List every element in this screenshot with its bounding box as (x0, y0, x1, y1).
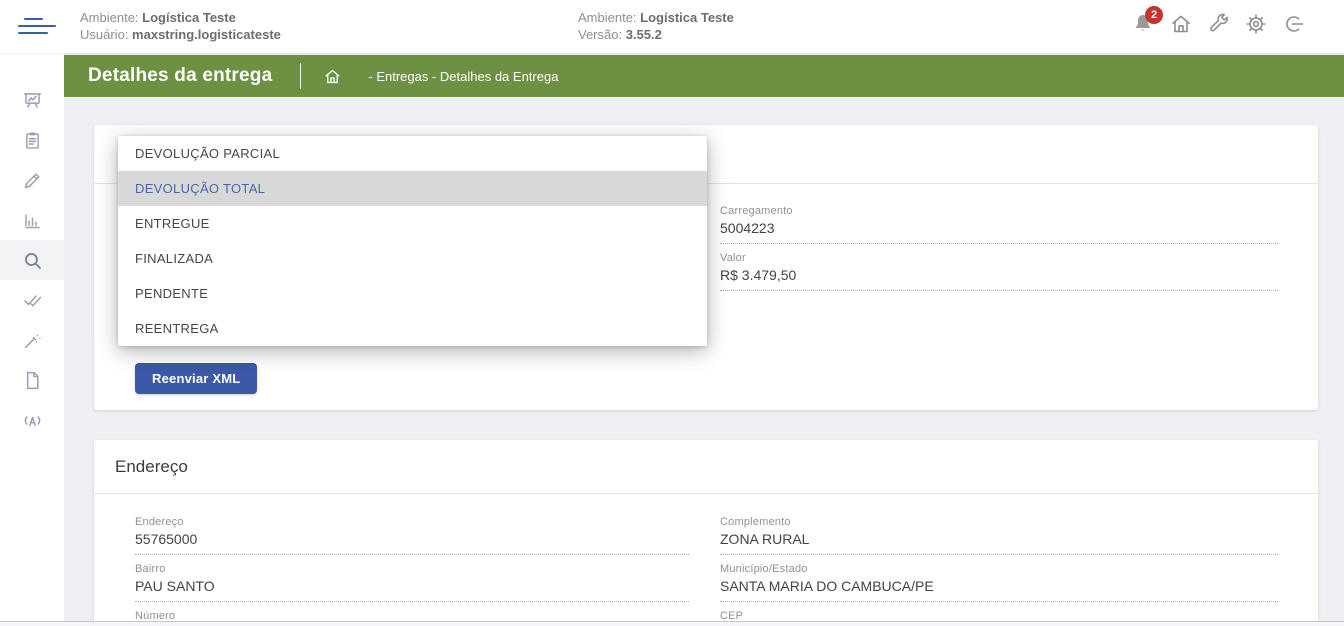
presentation-chart-icon (23, 92, 41, 108)
page-bar-divider (300, 63, 302, 89)
user-value: maxstring.logisticateste (132, 27, 281, 42)
carregamento-field: Carregamento 5004223 (720, 205, 1278, 244)
version-value: 3.55.2 (625, 27, 662, 42)
card-divider (94, 493, 1318, 494)
dropdown-option-pendente[interactable]: PENDENTE (118, 276, 707, 311)
search-icon (24, 252, 41, 269)
resend-xml-button[interactable]: Reenviar XML (135, 363, 258, 394)
dropdown-option-entregue[interactable]: ENTREGUE (118, 206, 707, 241)
endereco-field: Endereço 55765000 (135, 516, 689, 555)
top-header: Ambiente: Logística Teste Usuário: maxst… (0, 0, 1344, 53)
address-card-title: Endereço (115, 457, 188, 476)
antenna-icon (24, 415, 40, 426)
carregamento-label: Carregamento (720, 205, 793, 217)
address-card: Endereço Endereço 55765000 Complemento Z… (94, 440, 1318, 626)
carregamento-value[interactable]: 5004223 (720, 220, 1278, 244)
sidebar-item-approvals[interactable] (0, 280, 64, 320)
horizontal-scrollbar[interactable] (0, 621, 1344, 626)
breadcrumb: - Entregas - Detalhes da Entrega (368, 68, 559, 84)
dropdown-option-devolucao-parcial[interactable]: DEVOLUÇÃO PARCIAL (118, 136, 707, 171)
valor-value[interactable]: R$ 3.479,50 (720, 267, 1278, 291)
sidebar-item-documents[interactable] (0, 360, 64, 400)
double-check-icon (23, 294, 41, 306)
dropdown-option-reentrega[interactable]: REENTREGA (118, 311, 707, 346)
env2-label: Ambiente: (578, 10, 637, 25)
logout-icon[interactable] (1282, 12, 1306, 36)
env-label: Ambiente: (80, 10, 139, 25)
endereco-label: Endereço (135, 516, 184, 528)
version-label: Versão: (578, 27, 623, 42)
menu-burger-icon[interactable] (18, 17, 62, 37)
pencil-icon (24, 172, 40, 188)
bairro-field: Bairro PAU SANTO (135, 563, 689, 602)
complemento-value[interactable]: ZONA RURAL (720, 531, 1278, 555)
notification-badge[interactable]: 2 (1145, 6, 1163, 24)
complemento-label: Complemento (720, 516, 791, 528)
sidebar (0, 53, 64, 626)
env2-value: Logística Teste (640, 10, 734, 25)
municipio-value[interactable]: SANTA MARIA DO CAMBUCA/PE (720, 578, 1278, 602)
sidebar-item-search[interactable] (0, 240, 64, 280)
sidebar-item-orders[interactable] (0, 120, 64, 160)
wrench-icon[interactable] (1207, 12, 1231, 36)
gear-icon[interactable] (1244, 12, 1268, 36)
user-label: Usuário: (80, 27, 129, 42)
sidebar-item-reports[interactable] (0, 200, 64, 240)
sidebar-item-dashboard[interactable] (0, 80, 64, 120)
page-title: Detalhes da entrega (88, 65, 273, 86)
municipio-field: Município/Estado SANTA MARIA DO CAMBUCA/… (720, 563, 1278, 602)
bar-chart-icon (24, 214, 40, 228)
dropdown-option-devolucao-total[interactable]: DEVOLUÇÃO TOTAL (118, 171, 707, 206)
magic-wand-icon (24, 334, 41, 348)
clipboard-icon (25, 131, 39, 149)
home-icon[interactable] (1169, 12, 1193, 36)
complemento-field: Complemento ZONA RURAL (720, 516, 1278, 555)
page-bar: Detalhes da entrega - Entregas - Detalhe… (64, 55, 1344, 97)
municipio-label: Município/Estado (720, 563, 808, 575)
dropdown-option-finalizada[interactable]: FINALIZADA (118, 241, 707, 276)
valor-label: Valor (720, 252, 746, 264)
endereco-value[interactable]: 55765000 (135, 531, 689, 555)
sidebar-item-edit[interactable] (0, 160, 64, 200)
status-dropdown: DEVOLUÇÃO PARCIAL DEVOLUÇÃO TOTAL ENTREG… (118, 136, 707, 346)
breadcrumb-home-icon[interactable] (323, 67, 342, 86)
sidebar-item-tracking[interactable] (0, 400, 64, 440)
bairro-label: Bairro (135, 563, 166, 575)
document-icon (26, 371, 38, 389)
env-value: Logística Teste (142, 10, 236, 25)
bairro-value[interactable]: PAU SANTO (135, 578, 689, 602)
valor-field: Valor R$ 3.479,50 (720, 252, 1278, 291)
sidebar-item-tools[interactable] (0, 320, 64, 360)
environment-user-block: Ambiente: Logística Teste Usuário: maxst… (80, 9, 281, 43)
environment-version-block: Ambiente: Logística Teste Versão: 3.55.2 (578, 9, 734, 43)
